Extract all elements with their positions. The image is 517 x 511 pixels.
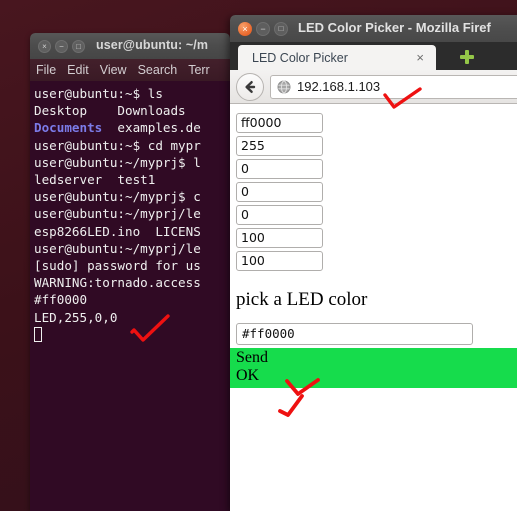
terminal-minimize-button[interactable]: − [55, 40, 68, 53]
firefox-window[interactable]: × − □ LED Color Picker - Mozilla Firef L… [230, 15, 517, 511]
green-field[interactable]: 0 [236, 159, 323, 179]
new-tab-button[interactable] [458, 48, 476, 66]
menu-item-file[interactable]: File [36, 63, 56, 77]
send-button[interactable]: Send [236, 349, 517, 367]
terminal-line: esp8266LED.ino LICENS [34, 223, 201, 239]
terminal-line: LED,255,0,0 [34, 309, 118, 325]
red-field[interactable]: 255 [236, 136, 323, 156]
close-icon: × [242, 24, 248, 34]
status-text: OK [236, 367, 260, 384]
globe-icon [277, 80, 291, 93]
tab-close-icon[interactable]: × [416, 50, 424, 65]
tab-led-color-picker[interactable]: LED Color Picker × [238, 45, 436, 70]
firefox-navigation-bar[interactable]: 192.168.1.103 [230, 70, 517, 104]
terminal-line: user@ubuntu:~/myprj/le [34, 206, 201, 222]
height-field[interactable]: 100 [236, 251, 323, 271]
maximize-icon: □ [278, 24, 284, 33]
menu-item-view[interactable]: View [100, 63, 127, 77]
terminal-line: ledserver test1 [34, 172, 156, 188]
firefox-close-button[interactable]: × [238, 22, 252, 36]
maximize-icon: □ [76, 42, 81, 51]
firefox-maximize-button[interactable]: □ [274, 22, 288, 36]
url-bar[interactable]: 192.168.1.103 [270, 74, 517, 99]
terminal-window[interactable]: × − □ user@ubuntu: ~/m File Edit View Se… [30, 33, 230, 511]
terminal-output[interactable]: user@ubuntu:~$ ls Desktop Downloads Docu… [30, 81, 230, 511]
terminal-line: user@ubuntu:~$ cd mypr [34, 137, 201, 153]
terminal-dir-name: Documents [34, 120, 103, 136]
firefox-tab-bar[interactable]: LED Color Picker × [230, 42, 517, 70]
page-content: ff0000 255 0 0 0 100 100 pick a LED colo… [230, 104, 517, 511]
terminal-window-title: user@ubuntu: ~/m [96, 38, 209, 52]
page-heading: pick a LED color [236, 289, 368, 310]
blue-field[interactable]: 0 [236, 182, 323, 202]
minimize-icon: − [260, 24, 266, 34]
firefox-window-title: LED Color Picker - Mozilla Firef [298, 20, 491, 35]
color-text-input[interactable]: #ff0000 [236, 323, 473, 345]
terminal-close-button[interactable]: × [38, 40, 51, 53]
plus-icon [460, 50, 474, 64]
terminal-cursor [34, 326, 42, 342]
firefox-titlebar[interactable]: × − □ LED Color Picker - Mozilla Firef [230, 15, 517, 42]
terminal-line: user@ubuntu:~/myprj/le [34, 240, 201, 256]
back-button[interactable] [236, 72, 264, 101]
terminal-titlebar[interactable]: × − □ user@ubuntu: ~/m [30, 33, 230, 59]
extra-field[interactable]: 0 [236, 205, 323, 225]
status-banner: Send OK [230, 348, 517, 388]
width-field[interactable]: 100 [236, 228, 323, 248]
terminal-line: #ff0000 [34, 292, 88, 308]
url-text: 192.168.1.103 [297, 79, 381, 94]
terminal-line: Documents examples.de [34, 119, 230, 136]
menu-item-terminal[interactable]: Terr [188, 63, 210, 77]
terminal-menubar[interactable]: File Edit View Search Terr [30, 59, 230, 81]
terminal-line-rest: examples.de [102, 120, 201, 136]
terminal-line: user@ubuntu:~$ ls [34, 86, 163, 101]
hex-field[interactable]: ff0000 [236, 113, 323, 133]
terminal-line: WARNING:tornado.access [34, 275, 201, 291]
terminal-line: user@ubuntu:~/myprj$ c [34, 189, 201, 205]
back-arrow-icon [245, 80, 256, 93]
minimize-icon: − [59, 42, 64, 51]
menu-item-edit[interactable]: Edit [67, 63, 89, 77]
terminal-prompt-line [34, 326, 230, 343]
desktop-screen: × − □ user@ubuntu: ~/m File Edit View Se… [0, 0, 517, 511]
close-icon: × [42, 42, 47, 51]
terminal-line: user@ubuntu:~/myprj$ l [34, 154, 201, 170]
terminal-line: Desktop Downloads [34, 103, 186, 119]
tab-label: LED Color Picker [252, 51, 348, 65]
menu-item-search[interactable]: Search [138, 63, 178, 77]
firefox-minimize-button[interactable]: − [256, 22, 270, 36]
terminal-maximize-button[interactable]: □ [72, 40, 85, 53]
terminal-line: [sudo] password for us [34, 258, 201, 274]
